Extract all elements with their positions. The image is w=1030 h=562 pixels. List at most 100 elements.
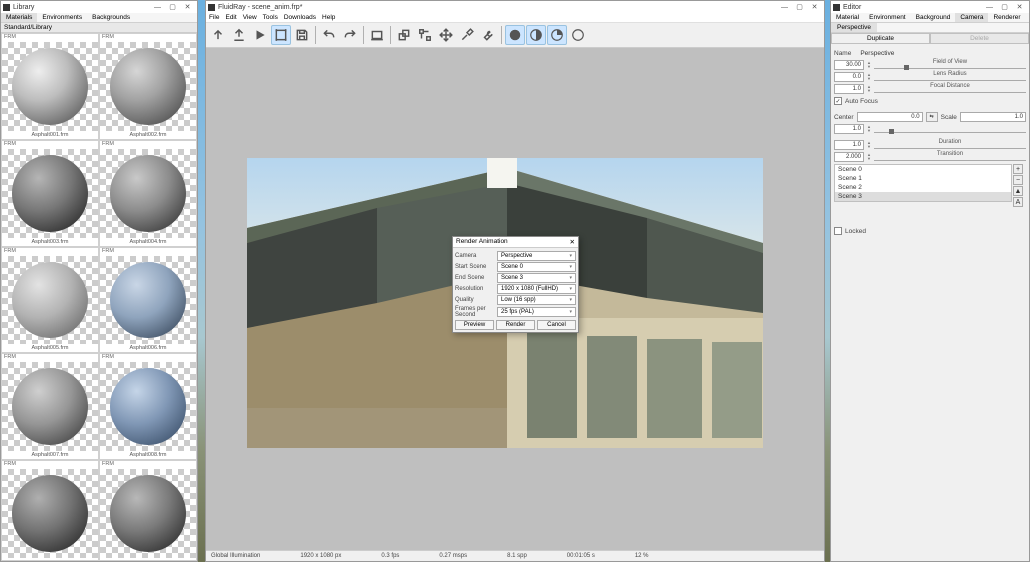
editor-titlebar[interactable]: Editor — ▢ ✕ — [831, 1, 1029, 13]
scene-item[interactable]: Scene 1 — [835, 174, 1011, 183]
menu-downloads[interactable]: Downloads — [284, 14, 316, 21]
fov-spinner[interactable]: ▲▼ — [867, 61, 871, 69]
tab-environment[interactable]: Environment — [864, 13, 911, 22]
frame-icon[interactable] — [271, 25, 291, 45]
material-cell[interactable]: FRM Asphalt005.frm — [1, 247, 99, 354]
menu-view[interactable]: View — [243, 14, 257, 21]
main-titlebar[interactable]: FluidRay - scene_anim.frp* — ▢ ✕ — [206, 1, 824, 13]
focal-spinner[interactable]: ▲▼ — [867, 85, 871, 93]
status-gi: Global Illumination — [211, 553, 260, 559]
snap-icon[interactable] — [415, 25, 435, 45]
material-cell[interactable]: FRM Asphalt006.frm — [99, 247, 197, 354]
scene-item[interactable]: Scene 2 — [835, 183, 1011, 192]
maximize-button[interactable]: ▢ — [997, 2, 1012, 13]
close-icon[interactable]: ✕ — [570, 238, 575, 246]
status-msps: 0.27 msps — [439, 553, 467, 559]
remove-scene-button[interactable]: − — [1013, 175, 1023, 185]
close-button[interactable]: ✕ — [180, 2, 195, 13]
eyedropper-icon[interactable] — [457, 25, 477, 45]
dialog-dropdown[interactable]: 1920 x 1080 (FullHD) — [497, 284, 576, 294]
dialog-dropdown[interactable]: Low (16 spp) — [497, 295, 576, 305]
move-icon[interactable] — [436, 25, 456, 45]
export-icon[interactable] — [229, 25, 249, 45]
duration-slider[interactable]: Duration — [874, 140, 1026, 150]
duration-input[interactable]: 1.0 — [834, 140, 864, 150]
menu-help[interactable]: Help — [322, 14, 335, 21]
shade-full-icon[interactable] — [505, 25, 525, 45]
move-down-button[interactable]: A — [1013, 197, 1023, 207]
editor-subtab-label[interactable]: Perspective — [831, 23, 877, 32]
play-icon[interactable] — [250, 25, 270, 45]
fov-input[interactable]: 30.00 — [834, 60, 864, 70]
tab-backgrounds[interactable]: Backgrounds — [87, 13, 135, 22]
dialog-preview-button[interactable]: Preview — [455, 320, 494, 330]
upload-icon[interactable] — [208, 25, 228, 45]
material-cell[interactable]: FRM Asphalt001.frm — [1, 33, 99, 140]
tab-renderer[interactable]: Renderer — [988, 13, 1025, 22]
dialog-titlebar[interactable]: Render Animation ✕ — [453, 237, 578, 248]
shade-none-icon[interactable] — [568, 25, 588, 45]
ground-icon[interactable] — [367, 25, 387, 45]
scale-value[interactable]: 1.0 — [960, 112, 1026, 122]
maximize-button[interactable]: ▢ — [792, 2, 807, 13]
tab-material[interactable]: Material — [831, 13, 864, 22]
material-cell[interactable]: FRM Asphalt002.frm — [99, 33, 197, 140]
close-button[interactable]: ✕ — [1012, 2, 1027, 13]
tab-background[interactable]: Background — [911, 13, 956, 22]
lensradius-input[interactable]: 0.0 — [834, 72, 864, 82]
dialog-cancel-button[interactable]: Cancel — [537, 320, 576, 330]
material-cell[interactable]: FRM Asphalt004.frm — [99, 140, 197, 247]
menu-file[interactable]: File — [209, 14, 219, 21]
move-up-button[interactable]: ▲ — [1013, 186, 1023, 196]
scene-item[interactable]: Scene 3 — [835, 192, 1011, 201]
minimize-button[interactable]: — — [982, 2, 997, 13]
dialog-dropdown[interactable]: Scene 0 — [497, 262, 576, 272]
menu-tools[interactable]: Tools — [263, 14, 278, 21]
dialog-dropdown[interactable]: Perspective — [497, 251, 576, 261]
focal-slider[interactable]: Focal Distance — [874, 84, 1026, 94]
scale-icon[interactable] — [394, 25, 414, 45]
material-cell[interactable]: FRM Asphalt007.frm — [1, 353, 99, 460]
minimize-button[interactable]: — — [150, 2, 165, 13]
lensradius-slider[interactable]: Lens Radius — [874, 72, 1026, 82]
locked-checkbox[interactable] — [834, 227, 842, 235]
add-scene-button[interactable]: + — [1013, 164, 1023, 174]
tab-environments[interactable]: Environments — [37, 13, 87, 22]
material-cell[interactable]: FRM Asphalt008.frm — [99, 353, 197, 460]
dialog-dropdown[interactable]: Scene 3 — [497, 273, 576, 283]
transition-input[interactable]: 2.000 — [834, 152, 864, 162]
scale-slider[interactable] — [874, 124, 1026, 134]
center-lock-icon[interactable]: ⇆ — [926, 112, 938, 122]
material-cell[interactable]: FRM Asphalt003.frm — [1, 140, 99, 247]
dialog-render-button[interactable]: Render — [496, 320, 535, 330]
duration-spinner[interactable]: ▲▼ — [867, 141, 871, 149]
transition-slider[interactable]: Transition — [874, 152, 1026, 162]
scale-num-input[interactable]: 1.0 — [834, 124, 864, 134]
transition-spinner[interactable]: ▲▼ — [867, 153, 871, 161]
scene-list[interactable]: Scene 0Scene 1Scene 2Scene 3 — [834, 164, 1012, 202]
material-cell[interactable]: FRM — [1, 460, 99, 561]
tab-camera[interactable]: Camera — [955, 13, 988, 22]
maximize-button[interactable]: ▢ — [165, 2, 180, 13]
tab-materials[interactable]: Materials — [1, 13, 37, 22]
focal-input[interactable]: 1.0 — [834, 84, 864, 94]
menu-edit[interactable]: Edit — [225, 14, 236, 21]
fov-slider[interactable]: Field of View — [874, 60, 1026, 70]
undo-icon[interactable] — [319, 25, 339, 45]
lensradius-spinner[interactable]: ▲▼ — [867, 73, 871, 81]
save-icon[interactable] — [292, 25, 312, 45]
dialog-dropdown[interactable]: 25 fps (PAL) — [497, 307, 576, 317]
center-input[interactable]: 0.0 — [857, 112, 923, 122]
redo-icon[interactable] — [340, 25, 360, 45]
scale-spinner[interactable]: ▲▼ — [867, 125, 871, 133]
minimize-button[interactable]: — — [777, 2, 792, 13]
duplicate-button[interactable]: Duplicate — [831, 33, 930, 44]
autofocus-checkbox[interactable]: ✓ — [834, 97, 842, 105]
shade-half-icon[interactable] — [526, 25, 546, 45]
scene-item[interactable]: Scene 0 — [835, 165, 1011, 174]
material-cell[interactable]: FRM — [99, 460, 197, 561]
wrench-icon[interactable] — [478, 25, 498, 45]
shade-quarter-icon[interactable] — [547, 25, 567, 45]
close-button[interactable]: ✕ — [807, 2, 822, 13]
library-titlebar[interactable]: Library — ▢ ✕ — [1, 1, 197, 13]
